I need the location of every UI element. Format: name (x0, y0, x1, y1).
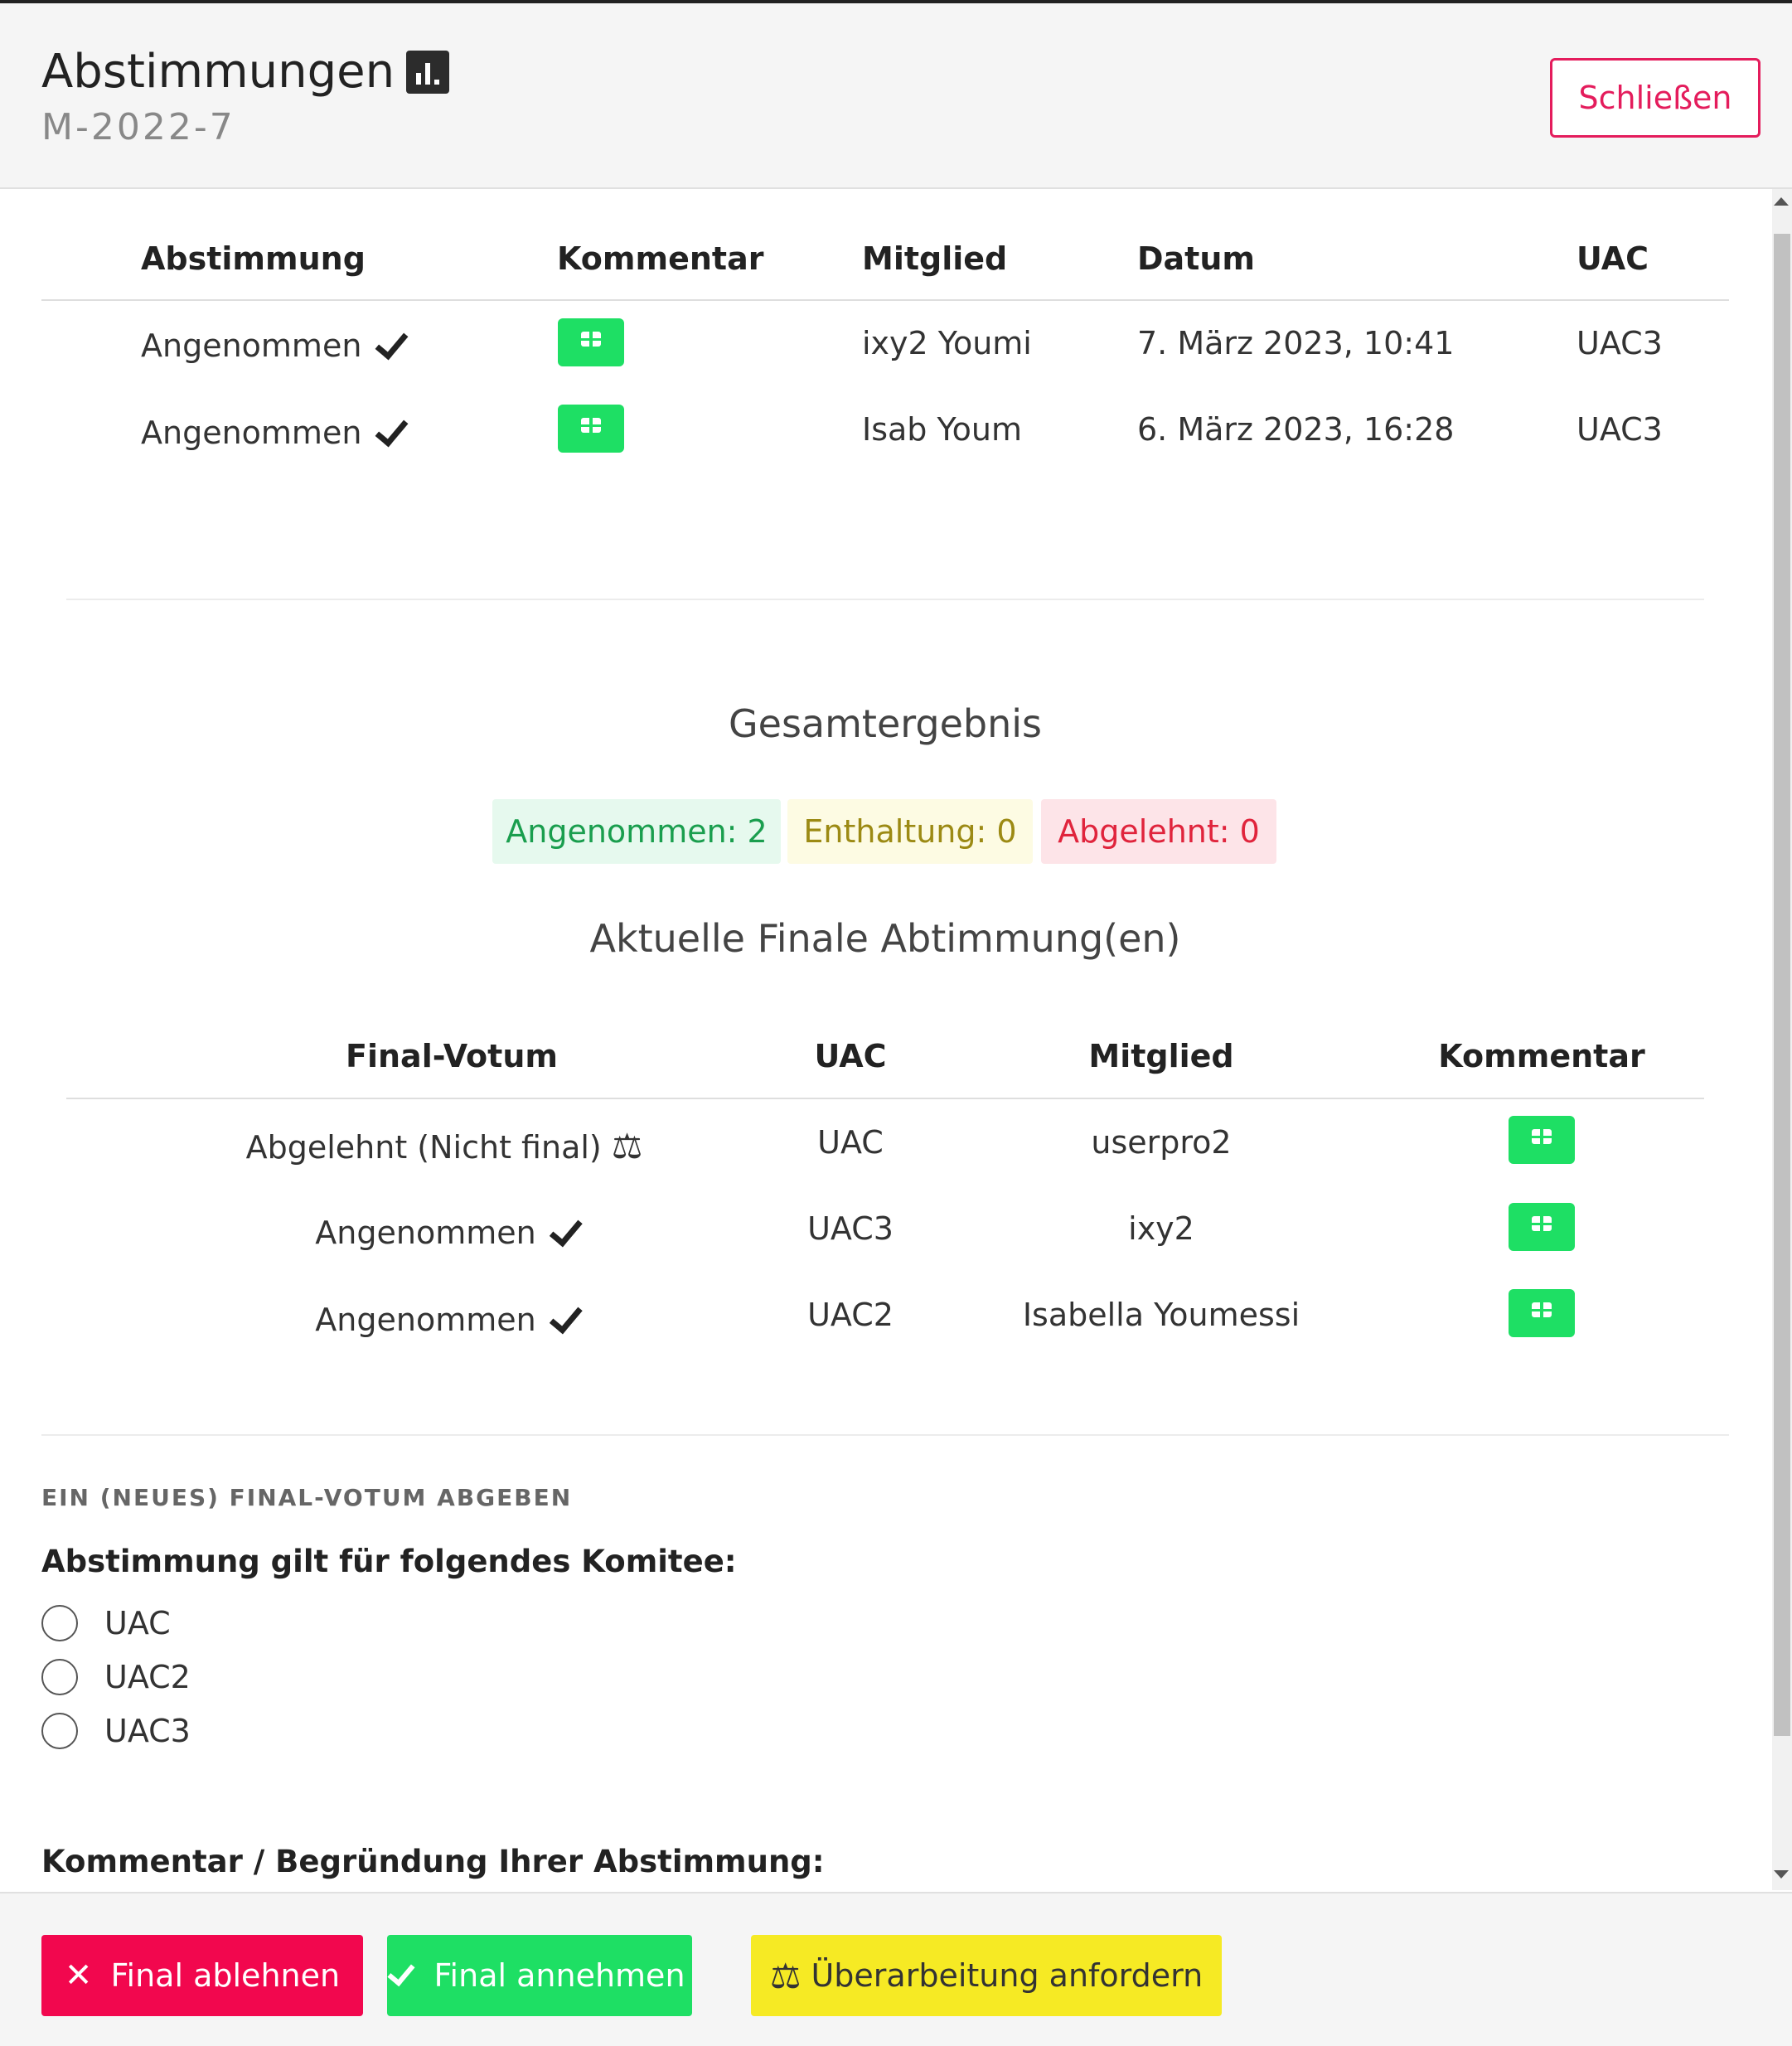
message-icon (1532, 1213, 1552, 1234)
column-header-final-vote: Final-Votum (346, 1038, 558, 1074)
check-icon (550, 1212, 584, 1248)
summary-title: Gesamtergebnis (729, 701, 1042, 746)
final-vote-section-label: EIN (NEUES) FINAL-VOTUM ABGEBEN (41, 1484, 573, 1511)
comment-button[interactable] (558, 318, 624, 366)
check-icon (550, 1299, 584, 1335)
request-revision-button[interactable]: ⚖ Überarbeitung anfordern (751, 1935, 1222, 2016)
final-votes-title: Aktuelle Finale Abtimmung(en) (589, 916, 1181, 961)
column-header-uac: UAC (1576, 240, 1649, 277)
bar-chart-icon (406, 50, 450, 94)
title-text: Abstimmungen (41, 45, 395, 99)
table-header-divider (66, 1098, 1704, 1099)
uac-cell: UAC (817, 1124, 884, 1161)
radio-uac3[interactable] (41, 1713, 78, 1749)
close-button[interactable]: Schließen (1550, 58, 1761, 138)
close-icon: ✕ (64, 1956, 93, 1995)
radio-label[interactable]: UAC2 (104, 1659, 191, 1695)
message-icon (1532, 1126, 1552, 1147)
abstained-count-badge: Enthaltung: 0 (787, 799, 1033, 864)
scrollbar-thumb[interactable] (1774, 234, 1790, 1736)
uac-cell: UAC2 (807, 1297, 894, 1333)
scale-icon: ⚖ (611, 1126, 643, 1166)
comment-label: Kommentar / Begründung Ihrer Abstimmung: (41, 1844, 825, 1879)
date-cell: 7. März 2023, 10:41 (1137, 325, 1455, 361)
section-divider (66, 599, 1704, 600)
final-vote-cell: Abgelehnt (Nicht final) ⚖ (245, 1126, 643, 1166)
check-icon (387, 1957, 416, 1987)
column-header-uac: UAC (814, 1038, 887, 1074)
committee-label: Abstimmung gilt für folgendes Komitee: (41, 1544, 737, 1579)
table-header-divider (41, 299, 1729, 301)
vote-cell: Angenommen (141, 325, 409, 364)
comment-button[interactable] (1509, 1203, 1575, 1251)
comment-button[interactable] (1509, 1116, 1575, 1164)
message-icon (1532, 1299, 1552, 1321)
final-reject-button[interactable]: ✕ Final ablehnen (41, 1935, 363, 2016)
column-header-comment: Kommentar (557, 240, 764, 277)
member-cell: Isabella Youmessi (1022, 1297, 1300, 1333)
scroll-down-arrow[interactable] (1774, 1870, 1789, 1879)
modal-subtitle: M-2022-7 (41, 106, 235, 148)
message-icon (581, 415, 601, 436)
check-icon (375, 325, 409, 361)
scale-icon: ⚖ (769, 1955, 802, 1996)
uac-cell: UAC3 (1576, 325, 1663, 361)
final-vote-cell: Angenommen (315, 1212, 584, 1251)
modal-title: Abstimmungen (41, 45, 450, 99)
column-header-comment: Kommentar (1438, 1038, 1645, 1074)
uac-cell: UAC3 (807, 1210, 894, 1247)
section-divider (41, 1434, 1729, 1436)
radio-uac2[interactable] (41, 1659, 78, 1695)
member-cell: Isab Youm (862, 411, 1023, 448)
comment-button[interactable] (558, 405, 624, 453)
member-cell: userpro2 (1091, 1124, 1232, 1161)
check-icon (375, 412, 409, 448)
final-accept-button[interactable]: Final annehmen (387, 1935, 692, 2016)
accepted-count-badge: Angenommen: 2 (492, 799, 781, 864)
radio-uac[interactable] (41, 1605, 78, 1641)
radio-label[interactable]: UAC3 (104, 1713, 191, 1749)
comment-button[interactable] (1509, 1289, 1575, 1337)
member-cell: ixy2 Youmi (862, 325, 1032, 361)
date-cell: 6. März 2023, 16:28 (1137, 411, 1455, 448)
column-header-vote: Abstimmung (141, 240, 366, 277)
final-vote-cell: Angenommen (315, 1299, 584, 1338)
rejected-count-badge: Abgelehnt: 0 (1041, 799, 1276, 864)
column-header-member: Mitglied (1088, 1038, 1234, 1074)
message-icon (581, 328, 601, 350)
uac-cell: UAC3 (1576, 411, 1663, 448)
scroll-up-arrow[interactable] (1774, 197, 1789, 206)
column-header-date: Datum (1137, 240, 1255, 277)
member-cell: ixy2 (1128, 1210, 1194, 1247)
radio-label[interactable]: UAC (104, 1605, 171, 1641)
modal-header: Abstimmungen M-2022-7 Schließen (0, 3, 1792, 189)
column-header-member: Mitglied (862, 240, 1008, 277)
vote-cell: Angenommen (141, 412, 409, 451)
